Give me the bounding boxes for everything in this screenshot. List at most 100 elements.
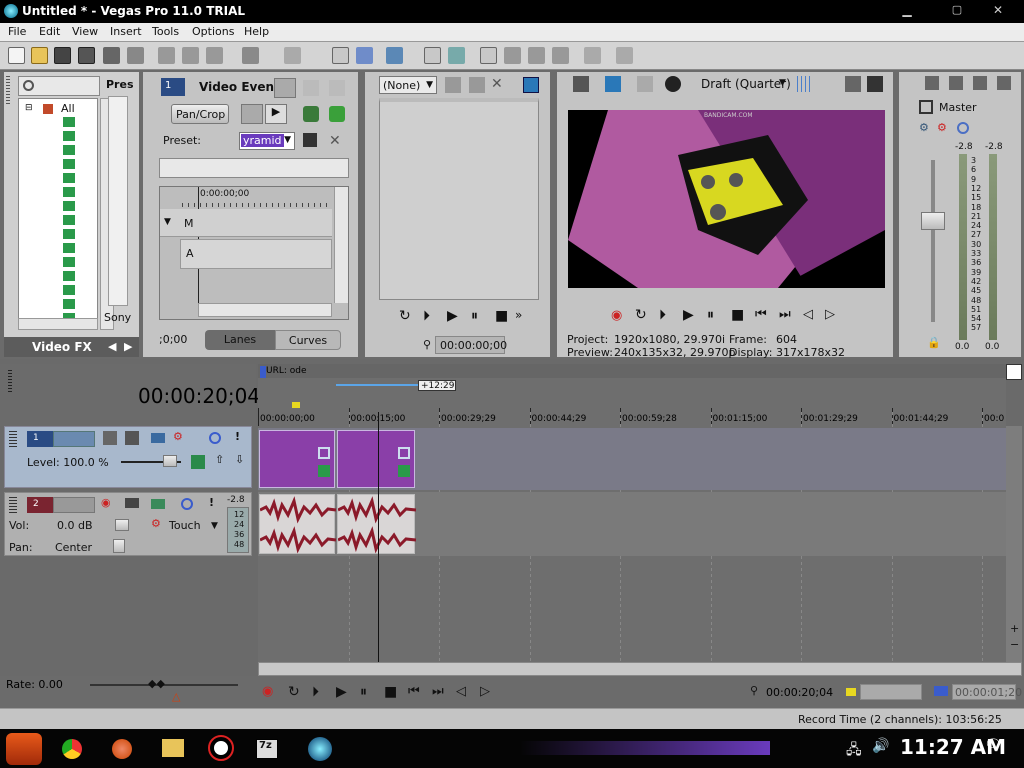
close-button[interactable]: ✕ (985, 3, 1011, 19)
automation-icon[interactable]: ⚙ (151, 517, 161, 530)
curves-button[interactable]: Curves (275, 330, 341, 350)
go-to-start-icon[interactable]: ⏮ (408, 684, 420, 699)
preview-quality-dropdown[interactable]: Draft (Quarter) (701, 77, 791, 91)
tab-video-fx[interactable]: Video FX (32, 340, 92, 354)
open-folder-icon[interactable] (31, 47, 48, 64)
fx-plugin-icon[interactable] (63, 187, 75, 197)
save-preset-icon[interactable] (303, 133, 317, 147)
mute-icon[interactable] (209, 432, 221, 444)
play-from-start-icon[interactable]: ⏵ (659, 307, 666, 323)
tab-next-arrow-icon[interactable]: ▶ (124, 340, 132, 353)
bus-fx-icon[interactable]: ⚙ (919, 121, 929, 134)
zoom-out-icon[interactable]: − (1010, 638, 1019, 651)
redo-icon[interactable] (284, 47, 301, 64)
more-icon[interactable]: » (515, 308, 522, 322)
play-from-start-icon[interactable]: ⏵ (423, 308, 430, 324)
record-icon[interactable]: ◉ (611, 308, 622, 323)
play-icon[interactable]: ▶ (683, 307, 694, 323)
envelope-tool-icon[interactable] (504, 47, 521, 64)
go-to-start-icon[interactable]: ⏮ (755, 307, 767, 322)
lock-icon[interactable]: 🔒 (927, 336, 941, 349)
keyframe-nav-bar[interactable] (198, 303, 332, 317)
fx-plugin-icon[interactable] (63, 257, 75, 267)
fx-plugin-icon[interactable] (63, 159, 75, 169)
video-clip-2[interactable] (337, 430, 415, 488)
play-icon[interactable]: ▶ (336, 684, 347, 700)
go-to-end-icon[interactable]: ⏭ (779, 307, 791, 322)
automation-mode[interactable]: Touch (169, 519, 201, 532)
chevron-down-icon[interactable]: ▼ (211, 521, 218, 531)
video-clip-1[interactable] (259, 430, 335, 488)
maximize-button[interactable]: ▢ (944, 3, 970, 19)
new-icon[interactable] (8, 47, 25, 64)
save-as-icon[interactable] (78, 47, 95, 64)
fx-chain-button[interactable] (274, 78, 296, 98)
level-slider-thumb[interactable] (163, 455, 177, 467)
volume-icon[interactable]: 🔊 (872, 738, 889, 754)
horizontal-scrollbar[interactable] (258, 662, 1022, 676)
mute-icon[interactable]: ⚙ (937, 121, 947, 134)
loop-icon[interactable]: ↻ (635, 307, 647, 323)
save-icon[interactable] (54, 47, 71, 64)
invert-phase-icon[interactable] (125, 498, 139, 508)
start-button[interactable] (6, 733, 42, 765)
pan-slider-thumb[interactable] (113, 539, 125, 553)
trimmer-close-icon[interactable]: ✕ (491, 76, 503, 92)
playhead-cursor[interactable] (378, 412, 379, 662)
crossfade-icon[interactable] (448, 47, 465, 64)
vertical-scrollbar[interactable]: + − (1006, 426, 1022, 662)
vegas-taskbar-icon[interactable] (308, 737, 332, 761)
parent-overlay-icon[interactable] (125, 431, 139, 445)
plugin-on-off-icon[interactable] (303, 106, 319, 122)
pause-icon[interactable]: ⏸ (707, 307, 714, 323)
prev-frame-icon[interactable]: ◁ (456, 684, 466, 699)
copy-snapshot-icon[interactable] (845, 76, 861, 92)
7zip-icon[interactable]: 7z (256, 739, 278, 759)
bandicam-icon[interactable] (208, 735, 234, 761)
panel-grip[interactable] (8, 370, 12, 392)
next-frame-icon[interactable]: ▷ (825, 307, 835, 322)
properties-icon[interactable] (127, 47, 144, 64)
copy-icon[interactable] (182, 47, 199, 64)
fx-plugin-icon[interactable] (63, 173, 75, 183)
expand-icon[interactable] (191, 455, 205, 469)
track-name-field[interactable] (53, 497, 95, 513)
chrome-icon[interactable] (62, 739, 82, 759)
menu-tools[interactable]: Tools (152, 25, 179, 38)
zoom-in-icon[interactable]: + (1010, 622, 1019, 635)
track-grip[interactable] (9, 431, 17, 449)
arrow-down-icon[interactable]: ⇩ (235, 453, 244, 466)
track-fx-icon[interactable] (151, 499, 165, 509)
preview-properties-icon[interactable] (573, 76, 589, 92)
collapse-icon[interactable]: ⊟ (25, 103, 33, 113)
render-icon[interactable] (103, 47, 120, 64)
pan-crop-icon[interactable] (318, 447, 330, 459)
track-grip[interactable] (9, 497, 17, 515)
save-snapshot-icon[interactable] (867, 76, 883, 92)
fx-grid-button[interactable] (329, 80, 345, 96)
mixer-tool-2-icon[interactable] (949, 76, 963, 90)
loop-region-bar[interactable] (336, 384, 418, 386)
paste-icon[interactable] (206, 47, 223, 64)
mute-icon[interactable] (181, 498, 193, 510)
event-fx-icon[interactable] (318, 465, 330, 477)
play-from-start-icon[interactable]: ⏵ (312, 684, 319, 700)
pause-icon[interactable]: ⏸ (360, 684, 367, 700)
tab-prev-arrow-icon[interactable]: ◀ (108, 340, 116, 353)
prev-keyframe-button[interactable] (241, 104, 263, 124)
vol-slider-thumb[interactable] (115, 519, 129, 531)
lock-envelopes-icon[interactable] (386, 47, 403, 64)
menu-edit[interactable]: Edit (39, 25, 60, 38)
fx-plugin-icon[interactable] (63, 229, 75, 239)
action-center-icon[interactable]: 🗨 (984, 737, 1002, 753)
loop-icon[interactable]: ↻ (399, 308, 411, 324)
search-box[interactable] (18, 76, 100, 96)
arm-record-icon[interactable]: ◉ (101, 496, 111, 509)
play-icon[interactable]: ▶ (447, 308, 458, 324)
grid-icon[interactable] (797, 76, 813, 92)
fx-list-button[interactable] (303, 80, 319, 96)
track-motion-icon[interactable] (151, 433, 165, 443)
solo-icon[interactable] (957, 122, 969, 134)
next-frame-icon[interactable]: ▷ (480, 684, 490, 699)
prev-frame-icon[interactable]: ◁ (803, 307, 813, 322)
